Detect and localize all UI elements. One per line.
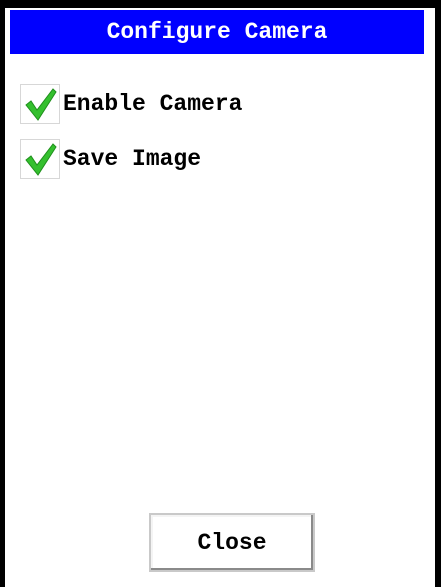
enable-camera-label: Enable Camera [63,91,243,117]
checkmark-icon [25,143,57,176]
dialog-title: Configure Camera [106,19,328,45]
close-button-label: Close [197,529,267,556]
save-image-label: Save Image [63,146,202,172]
save-image-option[interactable]: Save Image [20,139,201,179]
enable-camera-option[interactable]: Enable Camera [20,84,242,124]
dialog-title-bar: Configure Camera [10,10,424,54]
save-image-checkbox[interactable] [20,139,60,179]
enable-camera-checkbox[interactable] [20,84,60,124]
checkmark-icon [25,88,57,121]
close-button[interactable]: Close [149,513,315,572]
